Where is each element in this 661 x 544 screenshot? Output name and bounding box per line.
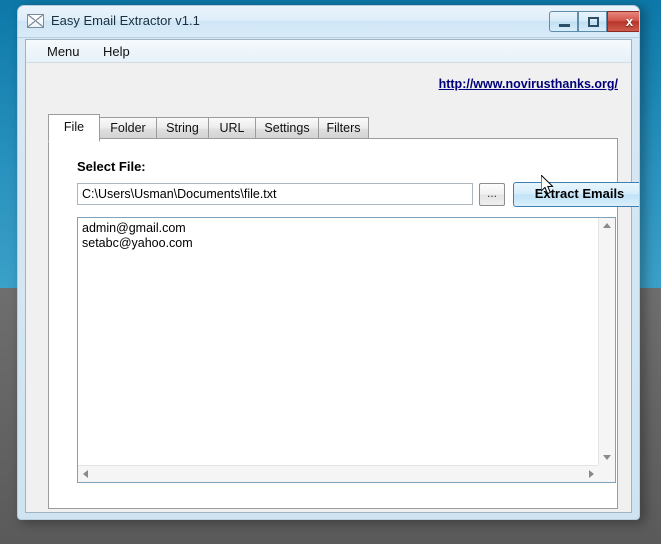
triangle-up-icon[interactable] [603, 223, 611, 228]
menu-item-menu[interactable]: Menu [41, 43, 86, 60]
envelope-icon [27, 14, 44, 28]
menu-item-help[interactable]: Help [97, 43, 136, 60]
tab-url[interactable]: URL [208, 117, 256, 139]
triangle-right-icon[interactable] [589, 470, 594, 478]
results-textarea[interactable] [78, 218, 599, 464]
window-title: Easy Email Extractor v1.1 [51, 13, 200, 28]
horizontal-scrollbar[interactable] [78, 465, 599, 482]
application-window: Easy Email Extractor v1.1 x Menu Help ht… [17, 5, 640, 520]
tab-filters[interactable]: Filters [318, 117, 369, 139]
tab-file[interactable]: File [48, 114, 100, 142]
tab-string[interactable]: String [156, 117, 209, 139]
menu-bar: Menu Help [26, 40, 631, 63]
tab-folder[interactable]: Folder [99, 117, 157, 139]
maximize-icon [588, 17, 599, 27]
browse-button[interactable]: ... [479, 183, 505, 206]
tab-settings[interactable]: Settings [255, 117, 319, 139]
extract-emails-button[interactable]: Extract Emails [513, 182, 639, 207]
select-file-label: Select File: [77, 159, 146, 174]
website-link[interactable]: http://www.novirusthanks.org/ [439, 77, 618, 91]
scrollbar-corner [598, 465, 615, 482]
vertical-scrollbar[interactable] [598, 218, 615, 465]
minimize-button[interactable] [549, 11, 578, 32]
tab-panel-file: Select File: ... Extract Emails [48, 138, 639, 509]
triangle-down-icon[interactable] [603, 455, 611, 460]
title-bar[interactable]: Easy Email Extractor v1.1 x [18, 6, 639, 38]
minimize-icon [559, 24, 570, 27]
maximize-button[interactable] [578, 11, 607, 32]
window-client-area: Menu Help http://www.novirusthanks.org/ … [25, 39, 639, 513]
results-area [77, 217, 616, 483]
file-path-input[interactable] [77, 183, 473, 205]
content-panel: http://www.novirusthanks.org/ File Folde… [26, 63, 639, 512]
triangle-left-icon[interactable] [83, 470, 88, 478]
close-button[interactable]: x [607, 11, 639, 32]
